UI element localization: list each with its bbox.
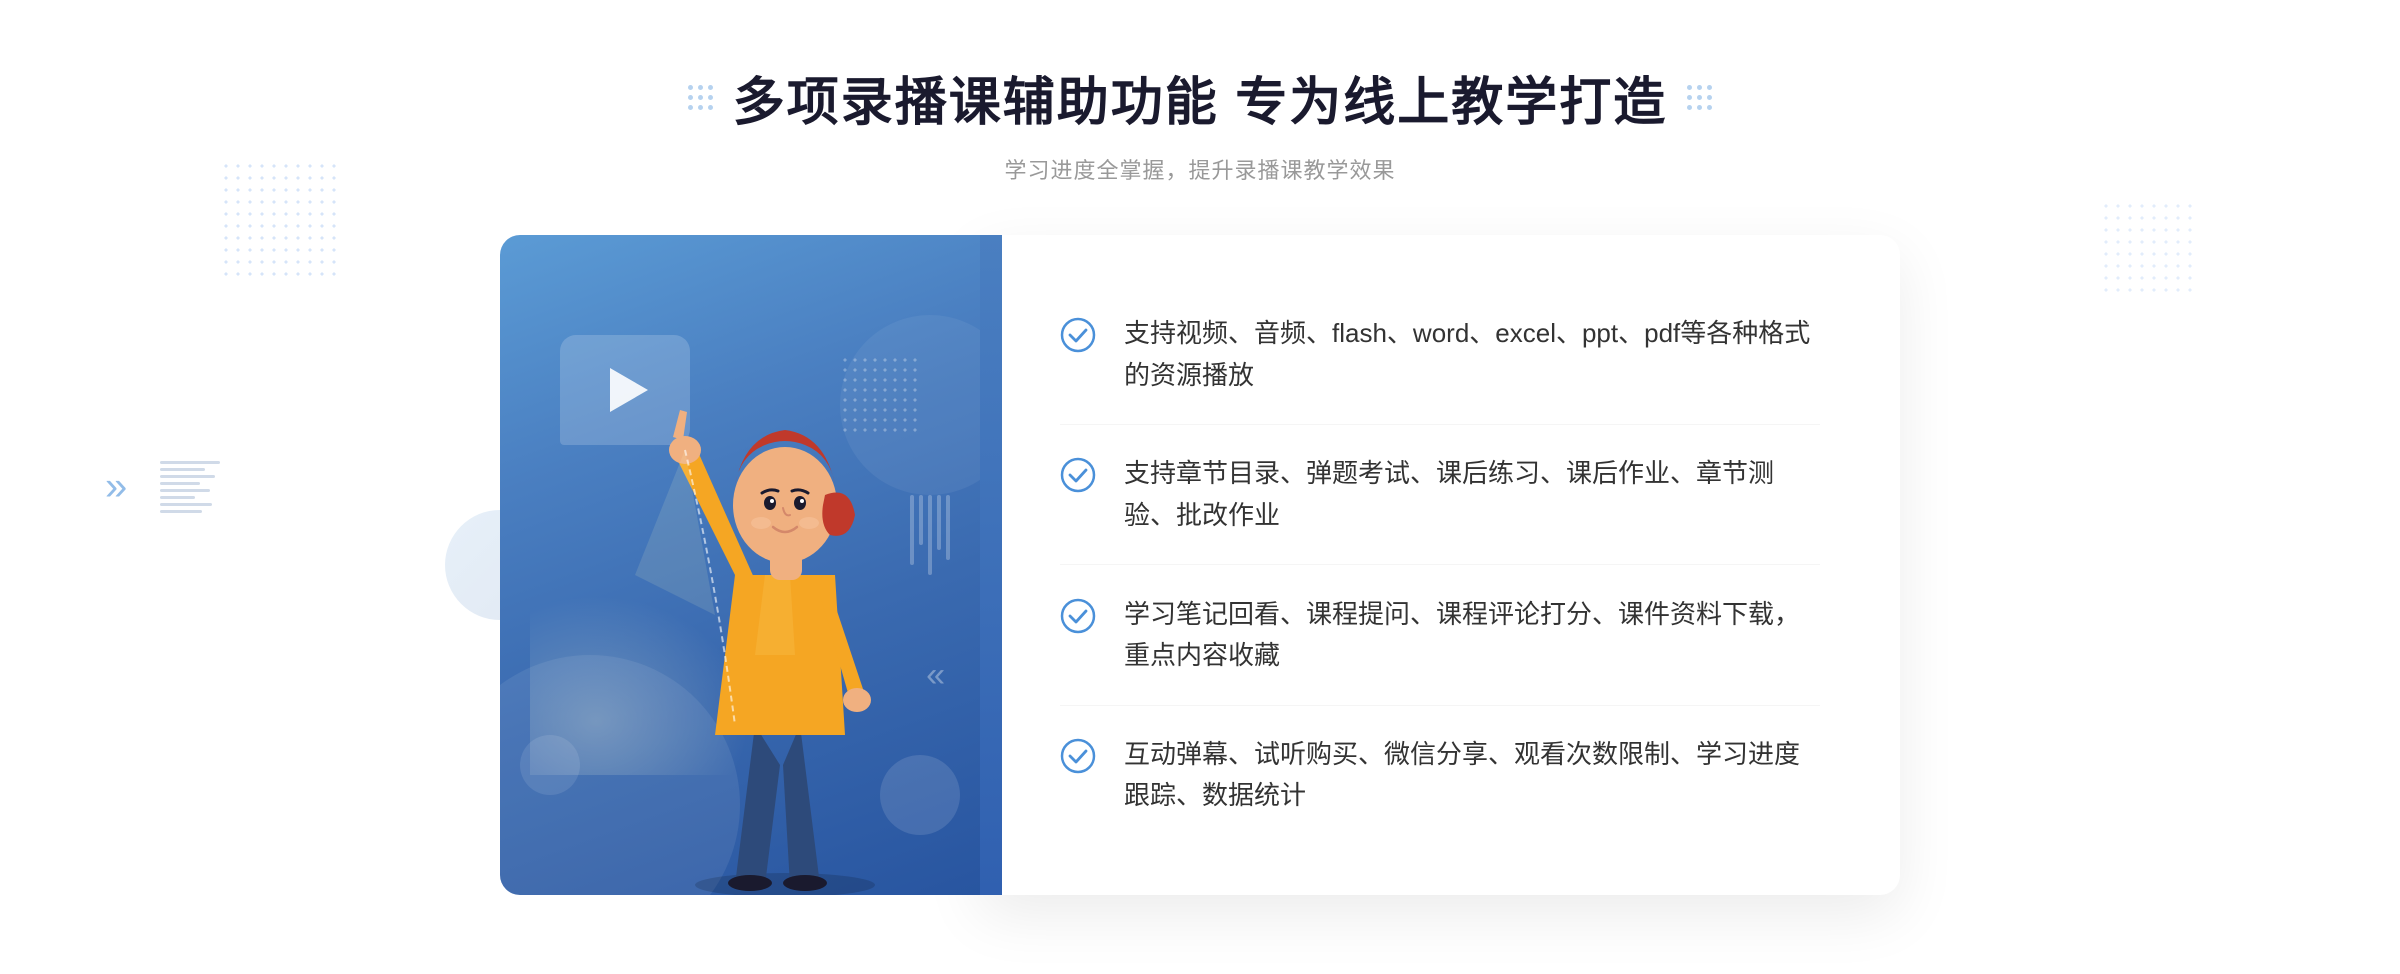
content-area: « bbox=[500, 235, 1900, 895]
features-panel: 支持视频、音频、flash、word、excel、ppt、pdf等各种格式的资源… bbox=[980, 235, 1900, 895]
blue-bar-separator bbox=[980, 235, 1002, 895]
dots-decoration-left bbox=[688, 85, 713, 110]
page-wrapper: » 多项录播课辅助功能 专为线上教学打造 学习进度全掌握，提升录播课教学效果 bbox=[0, 0, 2400, 974]
feature-text-2: 支持章节目录、弹题考试、课后练习、课后作业、章节测验、批改作业 bbox=[1124, 453, 1820, 536]
feature-item-4: 互动弹幕、试听购买、微信分享、观看次数限制、学习进度跟踪、数据统计 bbox=[1060, 706, 1820, 845]
check-icon-1 bbox=[1060, 317, 1096, 353]
feature-text-4: 互动弹幕、试听购买、微信分享、观看次数限制、学习进度跟踪、数据统计 bbox=[1124, 734, 1820, 817]
illustration-panel: « bbox=[500, 235, 980, 895]
main-title: 多项录播课辅助功能 专为线上教学打造 bbox=[733, 60, 1667, 135]
check-icon-2 bbox=[1060, 457, 1096, 493]
dots-decoration-right bbox=[1687, 85, 1712, 110]
semi-circle-2 bbox=[520, 735, 580, 795]
bg-dots-right bbox=[2100, 200, 2200, 300]
feature-item-3: 学习笔记回看、课程提问、课程评论打分、课件资料下载，重点内容收藏 bbox=[1060, 566, 1820, 706]
header-title-row: 多项录播课辅助功能 专为线上教学打造 bbox=[688, 60, 1712, 135]
chevron-left-decoration: » bbox=[105, 465, 127, 510]
subtitle: 学习进度全掌握，提升录播课教学效果 bbox=[688, 153, 1712, 185]
feature-text-3: 学习笔记回看、课程提问、课程评论打分、课件资料下载，重点内容收藏 bbox=[1124, 594, 1820, 677]
feature-item-1: 支持视频、音频、flash、word、excel、ppt、pdf等各种格式的资源… bbox=[1060, 285, 1820, 425]
feature-text-1: 支持视频、音频、flash、word、excel、ppt、pdf等各种格式的资源… bbox=[1124, 313, 1820, 396]
gray-lines-decoration bbox=[160, 461, 220, 513]
bg-dots-left bbox=[220, 160, 340, 280]
check-icon-4 bbox=[1060, 738, 1096, 774]
check-icon-3 bbox=[1060, 598, 1096, 634]
header-section: 多项录播课辅助功能 专为线上教学打造 学习进度全掌握，提升录播课教学效果 bbox=[688, 60, 1712, 185]
feature-item-2: 支持章节目录、弹题考试、课后练习、课后作业、章节测验、批改作业 bbox=[1060, 425, 1820, 565]
person-figure bbox=[635, 375, 935, 895]
